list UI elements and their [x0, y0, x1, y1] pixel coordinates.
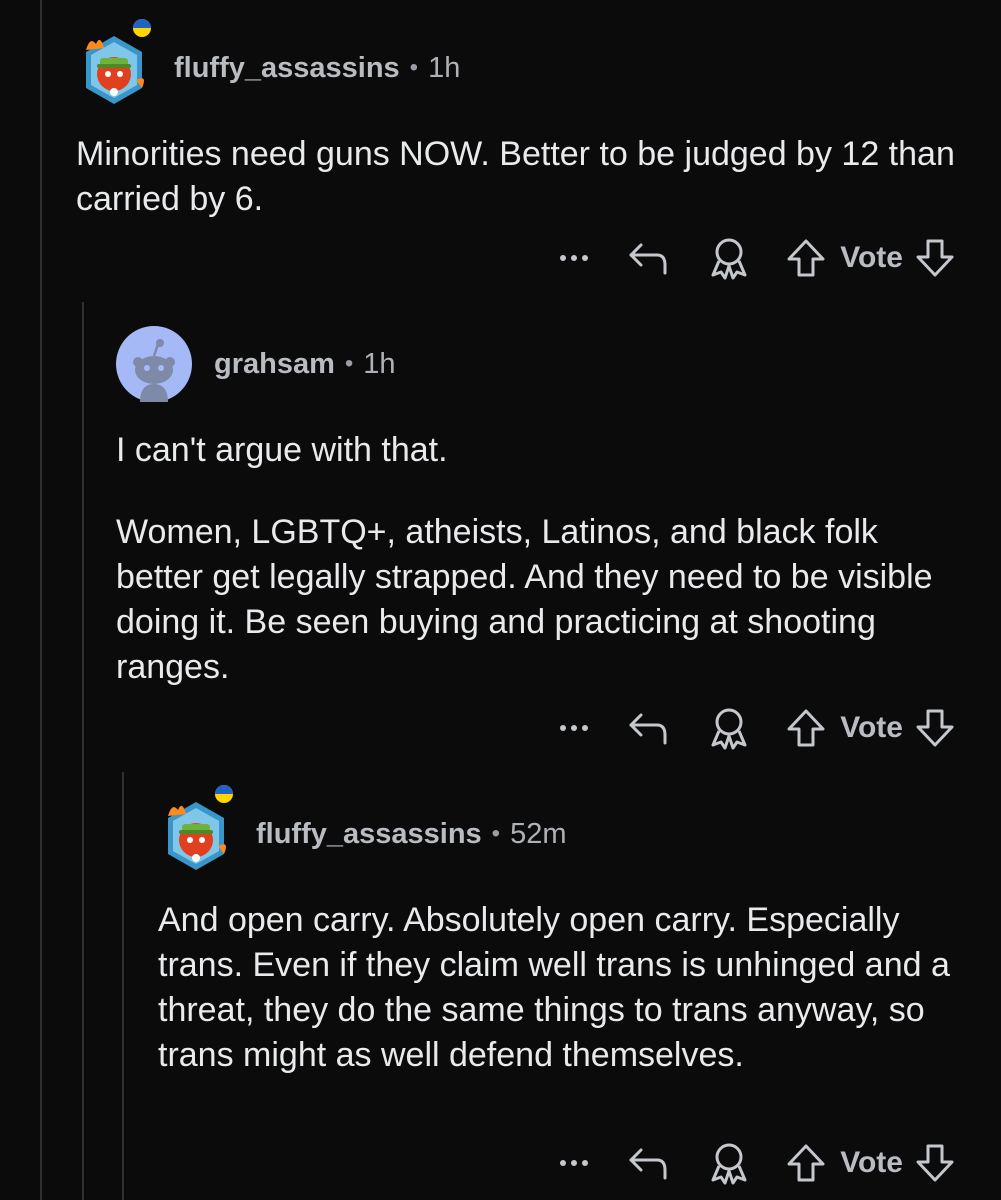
vote-count-label: Vote	[840, 241, 903, 274]
thread-line-level-3	[122, 772, 124, 1200]
comment-paragraph: And open carry. Absolutely open carry. E…	[158, 901, 950, 1074]
more-options-icon[interactable]	[554, 723, 594, 733]
vote-count-label: Vote	[840, 1146, 903, 1179]
more-options-icon[interactable]	[554, 253, 594, 263]
thread-line-level-1	[40, 0, 42, 1200]
avatar[interactable]	[158, 785, 234, 872]
meta-separator: •	[344, 350, 354, 377]
avatar-hexagon-icon	[86, 36, 144, 104]
comment-body: And open carry. Absolutely open carry. E…	[158, 898, 958, 1078]
meta-separator: •	[409, 54, 419, 81]
upvote-icon[interactable]	[784, 1143, 828, 1183]
comment-meta: fluffy_assassins • 1h	[174, 52, 460, 85]
comment-header: fluffy_assassins • 52m	[158, 785, 1001, 872]
meta-separator: •	[491, 820, 501, 847]
upvote-icon[interactable]	[784, 708, 828, 748]
snoo-avatar-icon	[116, 326, 192, 402]
username-link[interactable]: fluffy_assassins	[256, 818, 482, 851]
comment: fluffy_assassins • 52m And open carry. A…	[158, 785, 1001, 1200]
more-options-icon[interactable]	[554, 1158, 594, 1168]
award-icon[interactable]	[704, 1141, 754, 1185]
comment: grahsam • 1h I can't argue with that. Wo…	[116, 326, 1001, 766]
username-link[interactable]: fluffy_assassins	[174, 52, 400, 85]
comment-meta: grahsam • 1h	[214, 348, 396, 381]
comment-paragraph: I can't argue with that.	[116, 431, 448, 469]
reply-icon[interactable]	[624, 709, 674, 747]
comment-age: 52m	[510, 817, 567, 850]
comment-body: Minorities need guns NOW. Better to be j…	[76, 132, 976, 222]
reply-icon[interactable]	[624, 1144, 674, 1182]
downvote-icon[interactable]	[913, 1143, 957, 1183]
comment-paragraph: Women, LGBTQ+, atheists, Latinos, and bl…	[116, 513, 933, 686]
upvote-icon[interactable]	[784, 238, 828, 278]
username-link[interactable]: grahsam	[214, 348, 335, 381]
comment-body: I can't argue with that. Women, LGBTQ+, …	[116, 428, 936, 690]
comment-age: 1h	[363, 347, 396, 380]
reply-icon[interactable]	[624, 239, 674, 277]
award-icon[interactable]	[704, 236, 754, 280]
comment-actions: Vote	[554, 1138, 957, 1188]
award-icon[interactable]	[704, 706, 754, 750]
comment-header: fluffy_assassins • 1h	[76, 19, 1001, 106]
ukraine-flag-badge-icon	[133, 19, 151, 37]
downvote-icon[interactable]	[913, 238, 957, 278]
comment: fluffy_assassins • 1h Minorities need gu…	[76, 19, 1001, 292]
comment-header: grahsam • 1h	[116, 326, 1001, 402]
vote-count-label: Vote	[840, 711, 903, 744]
comment-actions: Vote	[554, 233, 957, 283]
comment-paragraph: Minorities need guns NOW. Better to be j…	[76, 135, 955, 218]
comment-age: 1h	[428, 51, 461, 84]
avatar-hexagon-icon	[168, 802, 226, 870]
ukraine-flag-badge-icon	[215, 785, 233, 803]
downvote-icon[interactable]	[913, 708, 957, 748]
avatar[interactable]	[116, 326, 192, 402]
avatar[interactable]	[76, 19, 152, 106]
comment-actions: Vote	[554, 703, 957, 753]
comment-meta: fluffy_assassins • 52m	[256, 818, 567, 851]
thread-line-level-2	[82, 302, 84, 1200]
